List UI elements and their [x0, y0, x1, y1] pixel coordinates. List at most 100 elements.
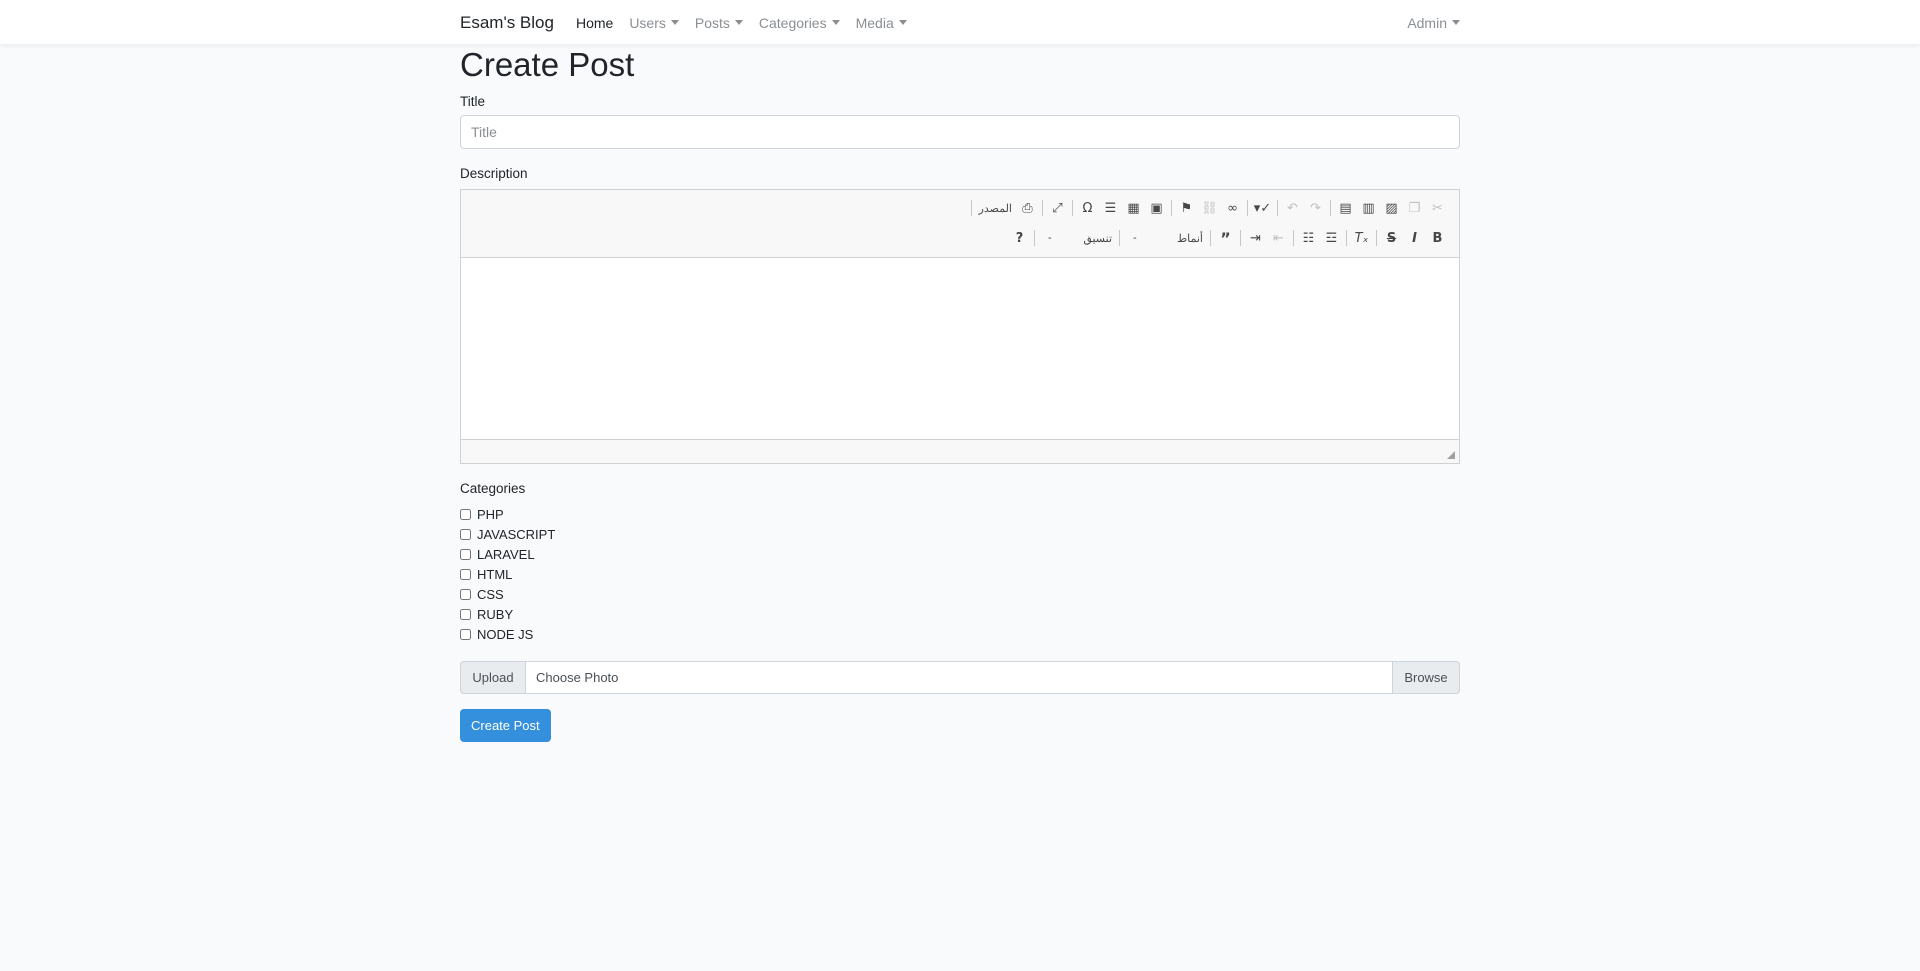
toolbar-separator — [1240, 230, 1241, 246]
bulleted-list-icon[interactable]: ☷ — [1297, 226, 1320, 250]
numbered-list-icon[interactable]: ☲ — [1320, 226, 1343, 250]
editor-content-area[interactable] — [461, 258, 1459, 439]
format-combo[interactable]: - تنسيق — [1038, 226, 1116, 250]
nav-users-dropdown[interactable]: Users — [629, 15, 679, 31]
navbar-inner: Esam's Blog Home Users Posts Categories … — [460, 0, 1460, 45]
top-navbar: Esam's Blog Home Users Posts Categories … — [0, 0, 1920, 45]
bold-icon[interactable]: B — [1426, 226, 1449, 250]
category-checkbox[interactable] — [460, 508, 471, 520]
description-label: Description — [460, 166, 528, 181]
nav-home[interactable]: Home — [576, 15, 613, 31]
anchor-icon[interactable]: ⚑ — [1175, 196, 1198, 220]
toolbar-separator — [1042, 200, 1043, 216]
styles-combo-arrow: - — [1133, 232, 1137, 244]
format-combo-arrow: - — [1048, 232, 1052, 244]
user-name: Admin — [1407, 14, 1447, 31]
category-item[interactable]: CSS — [460, 584, 1460, 604]
brand-link[interactable]: Esam's Blog — [460, 13, 554, 33]
title-input[interactable] — [460, 115, 1460, 149]
nav-users-label: Users — [629, 14, 666, 31]
browse-button[interactable]: Browse — [1393, 661, 1460, 694]
category-label: RUBY — [477, 606, 514, 622]
table-icon[interactable]: ▦ — [1122, 196, 1145, 220]
categories-list: PHP JAVASCRIPT LARAVEL HTML CSS RUBY NOD… — [460, 504, 1460, 644]
paste-icon[interactable]: ▨ — [1380, 196, 1403, 220]
page-title: Create Post — [460, 46, 635, 83]
nav-links: Home Users Posts Categories Media — [576, 15, 923, 31]
toolbar-separator — [1034, 230, 1035, 246]
remove-format-icon[interactable]: Tₓ — [1350, 226, 1373, 250]
category-item[interactable]: LARAVEL — [460, 544, 1460, 564]
help-icon[interactable]: ? — [1008, 226, 1031, 250]
undo-icon[interactable]: ↶ — [1281, 196, 1304, 220]
category-label: HTML — [477, 566, 513, 582]
strikethrough-icon[interactable]: S — [1380, 226, 1403, 250]
styles-combo[interactable]: - أنماط — [1123, 226, 1207, 250]
toolbar-row-1: المصدر ⎙ ⤢ Ω ☰ ▦ ▣ ⚑ ⛓ ∞ ▾✓ ↶ ↷ ▤ ▥ ▨ ❐ … — [968, 196, 1449, 220]
category-checkbox[interactable] — [460, 608, 471, 620]
nav-categories-label: Categories — [758, 14, 827, 31]
category-item[interactable]: NODE JS — [460, 624, 1460, 644]
toolbar-separator — [1072, 200, 1073, 216]
category-item[interactable]: JAVASCRIPT — [460, 524, 1460, 544]
toolbar-row-2: ? - تنسيق - أنماط ” ⇥ ⇤ ☷ ☲ Tₓ S I B — [1008, 226, 1449, 250]
image-icon[interactable]: ▣ — [1145, 196, 1168, 220]
redo-icon[interactable]: ↷ — [1304, 196, 1327, 220]
format-combo-label: تنسيق — [1083, 232, 1112, 245]
italic-icon[interactable]: I — [1403, 226, 1426, 250]
rich-text-editor: المصدر ⎙ ⤢ Ω ☰ ▦ ▣ ⚑ ⛓ ∞ ▾✓ ↶ ↷ ▤ ▥ ▨ ❐ … — [460, 189, 1460, 464]
category-checkbox[interactable] — [460, 588, 471, 600]
outdent-icon[interactable]: ⇤ — [1267, 226, 1290, 250]
nav-home-label: Home — [575, 14, 614, 31]
category-item[interactable]: HTML — [460, 564, 1460, 584]
toolbar-separator — [1293, 230, 1294, 246]
cut-icon[interactable]: ✂ — [1426, 196, 1449, 220]
toolbar-separator — [1330, 200, 1331, 216]
category-item[interactable]: PHP — [460, 504, 1460, 524]
create-post-button[interactable]: Create Post — [460, 709, 551, 742]
source-button[interactable]: المصدر — [975, 196, 1016, 220]
category-checkbox[interactable] — [460, 528, 471, 540]
file-input[interactable]: Choose Photo — [525, 661, 1393, 694]
caret-down-icon — [831, 20, 840, 25]
upload-addon: Upload — [460, 661, 525, 694]
link-icon[interactable]: ∞ — [1221, 196, 1244, 220]
paste-word-icon[interactable]: ▤ — [1334, 196, 1357, 220]
unlink-icon[interactable]: ⛓ — [1198, 196, 1221, 220]
title-label: Title — [460, 94, 486, 109]
category-checkbox[interactable] — [460, 628, 471, 640]
spellcheck-icon[interactable]: ▾✓ — [1251, 196, 1274, 220]
category-item[interactable]: RUBY — [460, 604, 1460, 624]
category-checkbox[interactable] — [460, 568, 471, 580]
category-label: LARAVEL — [477, 546, 535, 562]
toolbar-separator — [1277, 200, 1278, 216]
user-menu-dropdown[interactable]: Admin — [1407, 15, 1460, 31]
category-label: PHP — [477, 506, 504, 522]
styles-combo-label: أنماط — [1176, 232, 1203, 245]
maximize-icon[interactable]: ⤢ — [1046, 196, 1069, 220]
toolbar-separator — [1119, 230, 1120, 246]
caret-down-icon — [898, 20, 907, 25]
category-label: CSS — [477, 586, 504, 602]
nav-posts-dropdown[interactable]: Posts — [695, 15, 743, 31]
category-checkbox[interactable] — [460, 548, 471, 560]
paste-text-icon[interactable]: ▥ — [1357, 196, 1380, 220]
blockquote-icon[interactable]: ” — [1214, 226, 1237, 250]
nav-media-dropdown[interactable]: Media — [856, 15, 907, 31]
category-label: NODE JS — [477, 626, 534, 642]
toolbar-separator — [1376, 230, 1377, 246]
categories-label: Categories — [460, 481, 526, 496]
category-label: JAVASCRIPT — [477, 526, 556, 542]
source-label: المصدر — [978, 202, 1012, 215]
file-input-placeholder: Choose Photo — [536, 670, 619, 685]
caret-down-icon — [1452, 20, 1460, 25]
nav-posts-label: Posts — [694, 14, 730, 31]
special-char-icon[interactable]: Ω — [1076, 196, 1099, 220]
resize-grip-icon[interactable] — [1447, 451, 1455, 459]
source-icon[interactable]: ⎙ — [1016, 196, 1039, 220]
photo-upload-group: Upload Choose Photo Browse — [460, 661, 1460, 694]
copy-icon[interactable]: ❐ — [1403, 196, 1426, 220]
nav-categories-dropdown[interactable]: Categories — [759, 15, 840, 31]
indent-icon[interactable]: ⇥ — [1244, 226, 1267, 250]
horizontal-line-icon[interactable]: ☰ — [1099, 196, 1122, 220]
